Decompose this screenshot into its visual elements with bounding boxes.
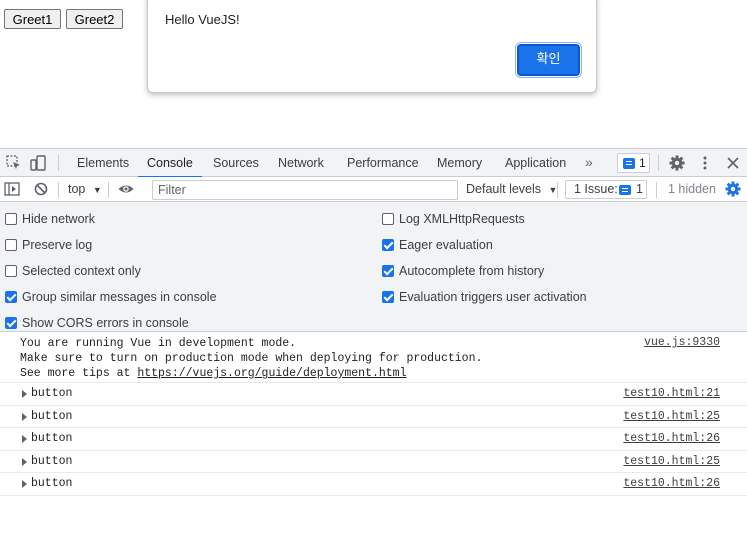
expand-arrow-icon[interactable]: [22, 412, 27, 421]
sidebar-toggle-icon[interactable]: [3, 180, 21, 198]
tab-elements[interactable]: Elements: [77, 149, 129, 177]
filterbar-divider: [108, 182, 109, 198]
issue-message-icon: [623, 158, 635, 169]
checkbox[interactable]: [382, 213, 394, 225]
tab-network[interactable]: Network: [278, 149, 324, 177]
checkbox[interactable]: [5, 239, 17, 251]
live-expression-eye-icon[interactable]: [117, 180, 135, 198]
console-message[interactable]: button test10.html:21: [0, 383, 747, 406]
console-filterbar: top ▼ Default levels ▼ 1 Issue: 1 1 hidd…: [0, 177, 747, 202]
checkbox-checked[interactable]: [5, 317, 17, 329]
expand-arrow-icon[interactable]: [22, 457, 27, 466]
filterbar-divider: [58, 182, 59, 198]
tab-memory[interactable]: Memory: [437, 149, 482, 177]
console-message-text: button: [31, 454, 73, 468]
alert-dialog: Hello VueJS! 확인: [147, 0, 597, 93]
checkbox-checked[interactable]: [382, 265, 394, 277]
console-message-text: See more tips at: [20, 367, 138, 380]
setting-label: Hide network: [22, 212, 95, 226]
setting-label: Eager evaluation: [399, 238, 493, 252]
source-link[interactable]: vue.js:9330: [644, 336, 720, 349]
hidden-count: 1 hidden: [668, 182, 716, 196]
filter-input[interactable]: [152, 180, 458, 200]
greet2-button[interactable]: Greet2: [66, 9, 123, 29]
kebab-menu-icon[interactable]: [696, 154, 714, 172]
source-link[interactable]: test10.html:25: [623, 410, 720, 423]
console-message-text: button: [31, 387, 73, 400]
filterbar-divider: [656, 182, 657, 198]
tabbar-divider: [58, 155, 59, 171]
source-link[interactable]: test10.html:26: [623, 432, 720, 445]
console-settings-pane: Hide network Preserve log Selected conte…: [0, 202, 747, 332]
devtools-tabbar: Elements Console Sources Network Perform…: [0, 148, 747, 178]
close-icon[interactable]: [724, 154, 742, 172]
issue-count-number: 1: [636, 182, 643, 196]
chevron-down-icon: ▼: [92, 185, 102, 195]
source-link[interactable]: test10.html:25: [623, 455, 720, 468]
tab-application[interactable]: Application: [505, 149, 566, 177]
console-message-text: button: [31, 409, 73, 423]
issues-badge-count: 1: [639, 156, 646, 170]
console-settings-gear-icon[interactable]: [724, 180, 742, 198]
setting-label: Selected context only: [22, 264, 141, 278]
checkbox-checked[interactable]: [382, 291, 394, 303]
issues-badge[interactable]: 1: [617, 153, 650, 173]
setting-label: Show CORS errors in console: [22, 316, 189, 330]
tab-console[interactable]: Console: [138, 149, 202, 178]
tab-performance[interactable]: Performance: [347, 149, 419, 177]
vue-deployment-link[interactable]: https://vuejs.org/guide/deployment.html: [137, 367, 406, 380]
inspect-element-icon[interactable]: [5, 154, 23, 172]
devtools-panel: Elements Console Sources Network Perform…: [0, 148, 747, 547]
expand-arrow-icon[interactable]: [22, 435, 27, 443]
tab-sources[interactable]: Sources: [213, 149, 259, 177]
expand-arrow-icon[interactable]: [22, 390, 27, 398]
more-tabs-icon[interactable]: »: [585, 149, 593, 177]
source-link[interactable]: test10.html:21: [623, 387, 720, 400]
console-message-line: See more tips at https://vuejs.org/guide…: [20, 367, 406, 380]
alert-ok-button[interactable]: 확인: [515, 42, 582, 78]
expand-arrow-icon[interactable]: [22, 480, 27, 488]
checkbox[interactable]: [5, 213, 17, 225]
context-selector[interactable]: top ▼: [68, 177, 102, 202]
source-link[interactable]: test10.html:26: [623, 477, 720, 490]
default-levels-label: Default levels: [466, 182, 542, 196]
checkbox-checked[interactable]: [5, 291, 17, 303]
console-messages: You are running Vue in development mode.…: [0, 332, 747, 496]
setting-label: Autocomplete from history: [399, 264, 545, 278]
context-selector-label: top: [68, 182, 86, 196]
gear-icon[interactable]: [668, 154, 686, 172]
setting-label: Evaluation triggers user activation: [399, 290, 587, 304]
console-message[interactable]: button test10.html:25: [0, 451, 747, 473]
console-message[interactable]: button test10.html:26: [0, 473, 747, 496]
console-message-line: Make sure to turn on production mode whe…: [20, 352, 483, 365]
console-message[interactable]: button test10.html:25: [0, 406, 747, 428]
issue-count-label: 1 Issue:: [574, 182, 618, 196]
setting-label: Preserve log: [22, 238, 93, 252]
filterbar-divider: [557, 182, 558, 198]
greet1-button[interactable]: Greet1: [4, 9, 61, 29]
issue-message-icon: [619, 185, 631, 195]
setting-label: Log XMLHttpRequests: [399, 212, 525, 226]
console-message: You are running Vue in development mode.…: [0, 332, 747, 383]
setting-label: Group similar messages in console: [22, 290, 217, 304]
tabbar-divider: [658, 155, 659, 171]
alert-message: Hello VueJS!: [165, 12, 240, 27]
device-toolbar-icon[interactable]: [29, 154, 47, 172]
clear-console-icon[interactable]: [32, 180, 50, 198]
console-message-text: button: [31, 477, 73, 490]
default-levels-dropdown[interactable]: Default levels ▼: [466, 177, 557, 202]
console-message-text: button: [31, 432, 73, 445]
checkbox[interactable]: [5, 265, 17, 277]
issue-count-button[interactable]: 1 Issue: 1: [565, 180, 647, 199]
console-message[interactable]: button test10.html:26: [0, 428, 747, 451]
checkbox-checked[interactable]: [382, 239, 394, 251]
console-message-line: You are running Vue in development mode.: [20, 337, 297, 350]
